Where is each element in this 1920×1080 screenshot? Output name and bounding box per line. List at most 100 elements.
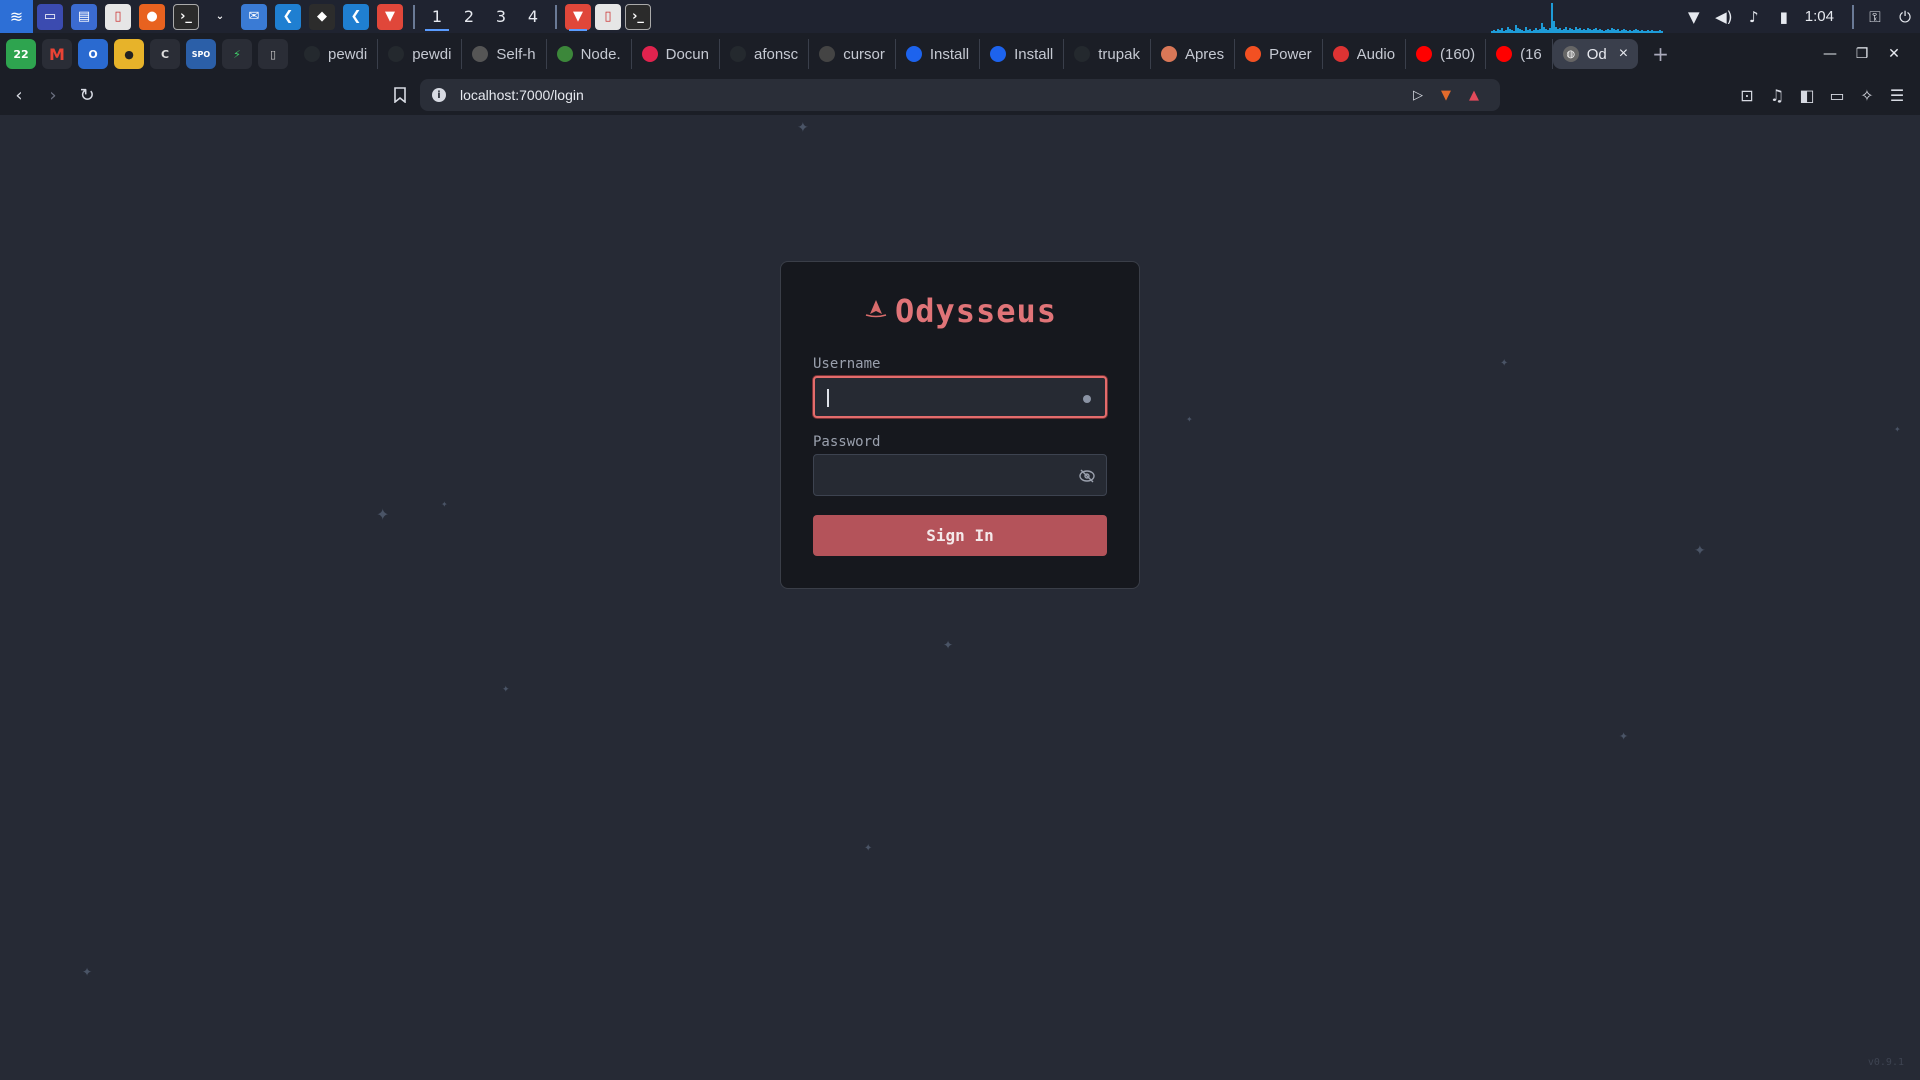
browser-tab[interactable]: afonsc xyxy=(720,39,810,69)
username-label: Username xyxy=(813,356,881,372)
tab-label: pewdi xyxy=(328,45,368,63)
bell-icon[interactable]: ♪ xyxy=(1739,0,1769,33)
brave-rewards-icon[interactable]: ▲ xyxy=(1460,88,1488,103)
os-taskbar: ≋ ▭ ▤ ▯ ● ›_ ⌄ ✉ ❮ ◆ ❮ ▼ 1 2 3 4 ▼ ▯ ›_ … xyxy=(0,0,1920,33)
app-icon[interactable]: ◆ xyxy=(309,3,335,30)
cursor-icon xyxy=(819,46,836,62)
docker-icon xyxy=(905,46,922,62)
leo-ai-icon[interactable]: ✧ xyxy=(1852,86,1882,105)
brave-icon[interactable]: ▼ xyxy=(377,3,403,30)
brave-icon: ▼ xyxy=(565,3,591,30)
star-decoration: ✦ xyxy=(376,505,390,524)
star-decoration: ✦ xyxy=(797,120,809,136)
browser-tab[interactable]: Self-h xyxy=(462,39,547,69)
terminal-icon[interactable]: ›_ xyxy=(173,3,199,30)
password-manager-icon[interactable] xyxy=(1083,395,1091,403)
pinned-doc-icon[interactable]: ▯ xyxy=(258,39,288,69)
url-text[interactable]: localhost:7000/login xyxy=(460,87,1404,103)
star-decoration: ✦ xyxy=(1500,358,1509,369)
back-icon[interactable]: ‹ xyxy=(4,80,34,110)
taskbar-document-window[interactable]: ▯ xyxy=(593,0,623,33)
send-icon[interactable]: ▷ xyxy=(1404,88,1432,103)
nestjs-icon xyxy=(641,46,658,62)
vscode-icon[interactable]: ❮ xyxy=(343,3,369,30)
close-icon[interactable]: × xyxy=(1619,45,1628,63)
document-viewer-icon[interactable]: ▯ xyxy=(105,3,131,30)
new-tab-button[interactable]: + xyxy=(1652,42,1669,66)
volume-icon[interactable]: ◀) xyxy=(1709,0,1739,33)
browser-tab[interactable]: pewdi xyxy=(294,39,379,69)
media-icon[interactable]: ♫ xyxy=(1762,86,1792,105)
browser-tab[interactable]: (160) xyxy=(1406,39,1487,69)
browser-tab[interactable]: Docun xyxy=(632,39,720,69)
password-label: Password xyxy=(813,434,881,450)
reload-icon[interactable]: ↻ xyxy=(72,80,102,110)
restore-icon[interactable]: ❐ xyxy=(1846,46,1878,62)
firefox-icon[interactable]: ● xyxy=(139,3,165,30)
chevron-down-icon[interactable]: ⌄ xyxy=(207,4,233,30)
site-info-icon[interactable]: i xyxy=(432,88,446,102)
star-decoration: ✦ xyxy=(943,638,954,652)
ship-logo-icon xyxy=(865,298,887,324)
app-launcher-icon[interactable]: ≋ xyxy=(0,0,33,33)
badge-count: 22 xyxy=(13,47,29,61)
text-caret xyxy=(827,389,829,407)
desktop-icon[interactable]: ▭ xyxy=(37,3,63,30)
clock[interactable]: 1:04 xyxy=(1805,8,1834,25)
browser-tab[interactable]: trupak xyxy=(1064,39,1151,69)
close-window-icon[interactable]: ✕ xyxy=(1878,46,1910,62)
tab-label: Power xyxy=(1269,45,1312,63)
youtube-icon xyxy=(1496,46,1513,62)
username-field[interactable] xyxy=(813,376,1107,418)
browser-tab[interactable]: (16 xyxy=(1486,39,1553,69)
mail-icon[interactable]: ✉ xyxy=(241,3,267,30)
lock-icon[interactable]: ⚿ xyxy=(1860,0,1890,33)
vscode-icon[interactable]: ❮ xyxy=(275,3,301,30)
github-icon xyxy=(1074,46,1091,62)
browser-tab[interactable]: Audio xyxy=(1323,39,1407,69)
wifi-icon[interactable]: ▼ xyxy=(1679,0,1709,33)
brand-header: Odysseus xyxy=(781,292,1141,330)
sign-in-button[interactable]: Sign In xyxy=(813,515,1107,556)
menu-icon[interactable]: ☰ xyxy=(1882,86,1912,105)
file-manager-icon[interactable]: ▤ xyxy=(71,3,97,30)
browser-tab[interactable]: Install xyxy=(980,39,1065,69)
workspace-3[interactable]: 3 xyxy=(485,0,517,33)
page-content: ✦ ✦ ✦ ✦ ✦ ✦ ✦ ✦ ✦ ✦ ✦ ✦ Odysseus Usernam… xyxy=(0,115,1920,1080)
pinned-c-icon[interactable]: C xyxy=(150,39,180,69)
browser-tab[interactable]: pewdi xyxy=(378,39,463,69)
tab-active[interactable]: ◍ Od × xyxy=(1552,39,1639,69)
browser-tab[interactable]: Install xyxy=(896,39,981,69)
wallet-icon[interactable]: ▭ xyxy=(1822,86,1852,105)
pinned-bolt-icon[interactable]: ⚡ xyxy=(222,39,252,69)
brave-shields-icon[interactable]: ▼ xyxy=(1432,88,1460,103)
login-card: Odysseus Username Password Sign In xyxy=(780,261,1140,589)
workspace-4[interactable]: 4 xyxy=(517,0,549,33)
battery-icon[interactable]: ▮ xyxy=(1769,0,1799,33)
taskbar-brave-window[interactable]: ▼ xyxy=(563,0,593,33)
browser-tab[interactable]: Power xyxy=(1235,39,1323,69)
workspace-1[interactable]: 1 xyxy=(421,0,453,33)
pinned-tab-badge[interactable]: 22 xyxy=(6,39,36,69)
address-bar[interactable]: i localhost:7000/login ▷ ▼ ▲ xyxy=(420,79,1500,111)
pinned-spo-icon[interactable]: SPO xyxy=(186,39,216,69)
divider xyxy=(413,4,415,29)
outlook-icon[interactable]: O xyxy=(78,39,108,69)
bookmark-icon[interactable] xyxy=(385,80,415,110)
password-field[interactable] xyxy=(813,454,1107,496)
screenshot-icon[interactable]: ⊡ xyxy=(1732,86,1762,105)
taskbar-terminal-window[interactable]: ›_ xyxy=(623,0,653,33)
pinned-app-icon[interactable]: ● xyxy=(114,39,144,69)
browser-tab[interactable]: cursor xyxy=(809,39,896,69)
browser-tab[interactable]: Node. xyxy=(547,39,632,69)
toggle-password-visibility-icon[interactable] xyxy=(1078,467,1096,485)
sidebar-icon[interactable]: ◧ xyxy=(1792,86,1822,105)
version-label: v0.9.1 xyxy=(1867,1057,1904,1068)
power-icon[interactable]: ⏻ xyxy=(1890,0,1920,33)
minimize-icon[interactable]: — xyxy=(1814,46,1846,62)
forward-icon[interactable]: › xyxy=(38,80,68,110)
workspace-2[interactable]: 2 xyxy=(453,0,485,33)
document-viewer-icon: ▯ xyxy=(595,3,621,30)
gmail-icon[interactable]: M xyxy=(42,39,72,69)
browser-tab[interactable]: Apres xyxy=(1151,39,1236,69)
